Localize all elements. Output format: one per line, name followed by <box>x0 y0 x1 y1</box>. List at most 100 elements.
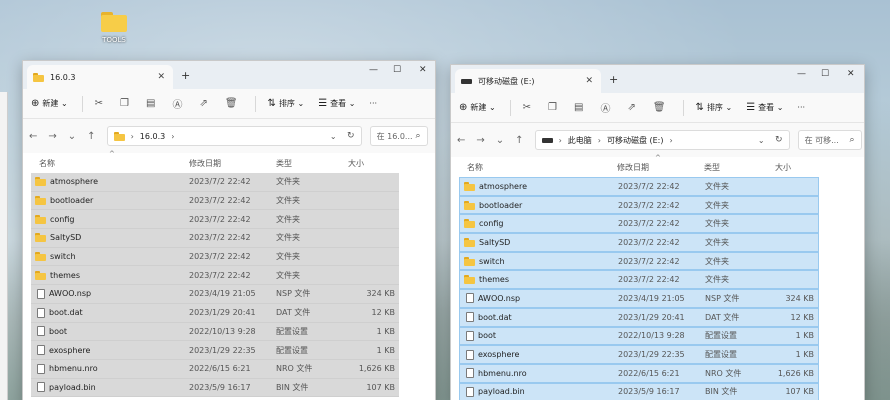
file-row[interactable]: hbmenu.nro 2022/6/15 6:21 NRO 文件 1,626 KB <box>459 363 819 383</box>
file-row[interactable]: atmosphere 2023/7/2 22:42 文件夹 <box>459 177 819 196</box>
file-icon <box>37 363 45 374</box>
file-row[interactable]: atmosphere 2023/7/2 22:42 文件夹 <box>31 173 399 192</box>
close-tab-icon[interactable]: ✕ <box>585 76 593 86</box>
breadcrumb-removable-disk[interactable]: 可移动磁盘 (E:) <box>607 135 664 146</box>
maximize-button[interactable]: ☐ <box>821 69 829 79</box>
view-button[interactable]: ☰ 查看 ⌄ <box>318 98 355 109</box>
breadcrumb-segment[interactable]: 16.0.3 <box>140 132 165 141</box>
dropdown-history-icon[interactable]: ⌄ <box>68 131 76 142</box>
minimize-button[interactable]: — <box>797 69 806 79</box>
file-row[interactable]: config 2023/7/2 22:42 文件夹 <box>31 210 399 230</box>
share-icon[interactable]: ⇗ <box>199 98 207 109</box>
folder-icon <box>464 237 475 247</box>
file-row[interactable]: boot.dat 2023/1/29 20:41 DAT 文件 12 KB <box>31 303 399 323</box>
file-row[interactable]: bootloader 2023/7/2 22:42 文件夹 <box>459 195 819 215</box>
back-arrow-icon[interactable]: ← <box>29 131 37 142</box>
file-row[interactable]: switch 2023/7/2 22:42 文件夹 <box>31 247 399 267</box>
delete-icon[interactable]: 🗑 <box>653 102 666 113</box>
file-row[interactable]: exosphere 2023/1/29 22:35 配置设置 1 KB <box>31 341 399 360</box>
up-arrow-icon[interactable]: ↑ <box>87 131 95 142</box>
more-button[interactable]: ··· <box>797 103 805 112</box>
file-name-cell: boot.dat <box>35 307 83 318</box>
file-date: 2023/7/2 22:42 <box>618 256 680 266</box>
desktop-folder-shortcut[interactable]: TOOLS <box>97 12 131 44</box>
file-row[interactable]: payload.bin 2023/5/9 16:17 BIN 文件 107 KB <box>459 382 819 400</box>
file-row[interactable]: config 2023/7/2 22:42 文件夹 <box>459 214 819 234</box>
file-row[interactable]: AWOO.nsp 2023/4/19 21:05 NSP 文件 324 KB <box>31 285 399 304</box>
tab-active[interactable]: 可移动磁盘 (E:) ✕ <box>455 69 601 93</box>
file-type: 文件夹 <box>705 219 729 229</box>
file-row[interactable]: AWOO.nsp 2023/4/19 21:05 NSP 文件 324 KB <box>459 289 819 308</box>
file-row[interactable]: themes 2023/7/2 22:42 文件夹 <box>31 266 399 286</box>
paste-icon[interactable]: ▤ <box>574 102 583 113</box>
column-type[interactable]: 类型 <box>704 162 720 173</box>
copy-icon[interactable]: ❐ <box>548 102 557 113</box>
maximize-button[interactable]: ☐ <box>393 65 401 75</box>
background-window-edge <box>0 92 8 400</box>
share-icon[interactable]: ⇗ <box>627 102 635 113</box>
file-size: 1 KB <box>376 345 395 355</box>
file-row[interactable]: boot 2022/10/13 9:28 配置设置 1 KB <box>459 326 819 346</box>
column-type[interactable]: 类型 <box>276 158 292 169</box>
file-name: bootloader <box>50 196 94 206</box>
chevron-down-icon[interactable]: ⌄ <box>758 136 765 145</box>
file-row[interactable]: switch 2023/7/2 22:42 文件夹 <box>459 251 819 271</box>
column-name[interactable]: 名称 <box>39 158 55 169</box>
column-size[interactable]: 大小 <box>775 162 791 173</box>
file-row[interactable]: boot.dat 2023/1/29 20:41 DAT 文件 12 KB <box>459 307 819 327</box>
sort-button[interactable]: ⇅ 排序 ⌄ <box>696 102 733 113</box>
view-button[interactable]: ☰ 查看 ⌄ <box>746 102 783 113</box>
column-date[interactable]: 修改日期 <box>617 162 649 173</box>
file-row[interactable]: boot 2022/10/13 9:28 配置设置 1 KB <box>31 322 399 342</box>
sort-button[interactable]: ⇅ 排序 ⌄ <box>268 98 305 109</box>
delete-icon[interactable]: 🗑 <box>225 98 238 109</box>
back-arrow-icon[interactable]: ← <box>457 135 465 146</box>
file-row[interactable]: SaltySD 2023/7/2 22:42 文件夹 <box>31 229 399 248</box>
rename-icon[interactable]: Ⓐ <box>172 96 182 111</box>
breadcrumb-this-pc[interactable]: 此电脑 <box>568 135 592 146</box>
rename-icon[interactable]: Ⓐ <box>600 100 610 115</box>
refresh-icon[interactable]: ↻ <box>347 131 355 141</box>
file-row[interactable]: bootloader 2023/7/2 22:42 文件夹 <box>31 191 399 211</box>
forward-arrow-icon[interactable]: → <box>476 135 484 146</box>
column-date[interactable]: 修改日期 <box>189 158 221 169</box>
cut-icon[interactable]: ✂ <box>95 98 103 109</box>
close-window-button[interactable]: ✕ <box>419 65 427 75</box>
dropdown-history-icon[interactable]: ⌄ <box>496 135 504 146</box>
search-box[interactable]: 在 可移... ⌕ <box>797 130 862 150</box>
new-button[interactable]: ⊕ 新建 ⌄ <box>459 102 496 113</box>
minimize-button[interactable]: — <box>369 65 378 75</box>
search-box[interactable]: 在 16.0... ⌕ <box>369 126 428 146</box>
up-arrow-icon[interactable]: ↑ <box>515 135 523 146</box>
new-button[interactable]: ⊕ 新建 ⌄ <box>31 98 68 109</box>
new-tab-button[interactable]: + <box>181 69 190 82</box>
folder-icon <box>35 196 46 206</box>
file-date: 2023/4/19 21:05 <box>618 293 685 303</box>
file-row[interactable]: payload.bin 2023/5/9 16:17 BIN 文件 107 KB <box>31 378 399 398</box>
file-size: 1,626 KB <box>777 368 814 378</box>
column-size[interactable]: 大小 <box>348 158 364 169</box>
cut-icon[interactable]: ✂ <box>523 102 531 113</box>
address-bar[interactable]: › 此电脑 › 可移动磁盘 (E:) › ⌄ ↻ <box>534 130 790 150</box>
tab-active[interactable]: 16.0.3 ✕ <box>27 65 173 89</box>
more-button[interactable]: ··· <box>369 99 377 108</box>
close-tab-icon[interactable]: ✕ <box>157 72 165 82</box>
column-name[interactable]: 名称 <box>467 162 483 173</box>
file-row[interactable]: exosphere 2023/1/29 22:35 配置设置 1 KB <box>459 345 819 364</box>
file-date: 2023/7/2 22:42 <box>618 181 680 191</box>
forward-arrow-icon[interactable]: → <box>48 131 56 142</box>
file-row[interactable]: hbmenu.nro 2022/6/15 6:21 NRO 文件 1,626 KB <box>31 359 399 379</box>
file-row[interactable]: SaltySD 2023/7/2 22:42 文件夹 <box>459 233 819 252</box>
file-row[interactable]: themes 2023/7/2 22:42 文件夹 <box>459 270 819 290</box>
close-window-button[interactable]: ✕ <box>847 69 855 79</box>
copy-icon[interactable]: ❐ <box>120 98 129 109</box>
address-bar[interactable]: › 16.0.3 › ⌄ ↻ <box>106 126 362 146</box>
file-name-cell: themes <box>464 275 509 285</box>
sort-icon: ⇅ <box>267 98 276 109</box>
file-size: 12 KB <box>371 308 395 318</box>
new-tab-button[interactable]: + <box>609 73 618 86</box>
paste-icon[interactable]: ▤ <box>146 98 155 109</box>
refresh-icon[interactable]: ↻ <box>775 135 783 145</box>
chevron-down-icon[interactable]: ⌄ <box>330 132 337 141</box>
file-type: 文件夹 <box>276 196 300 206</box>
